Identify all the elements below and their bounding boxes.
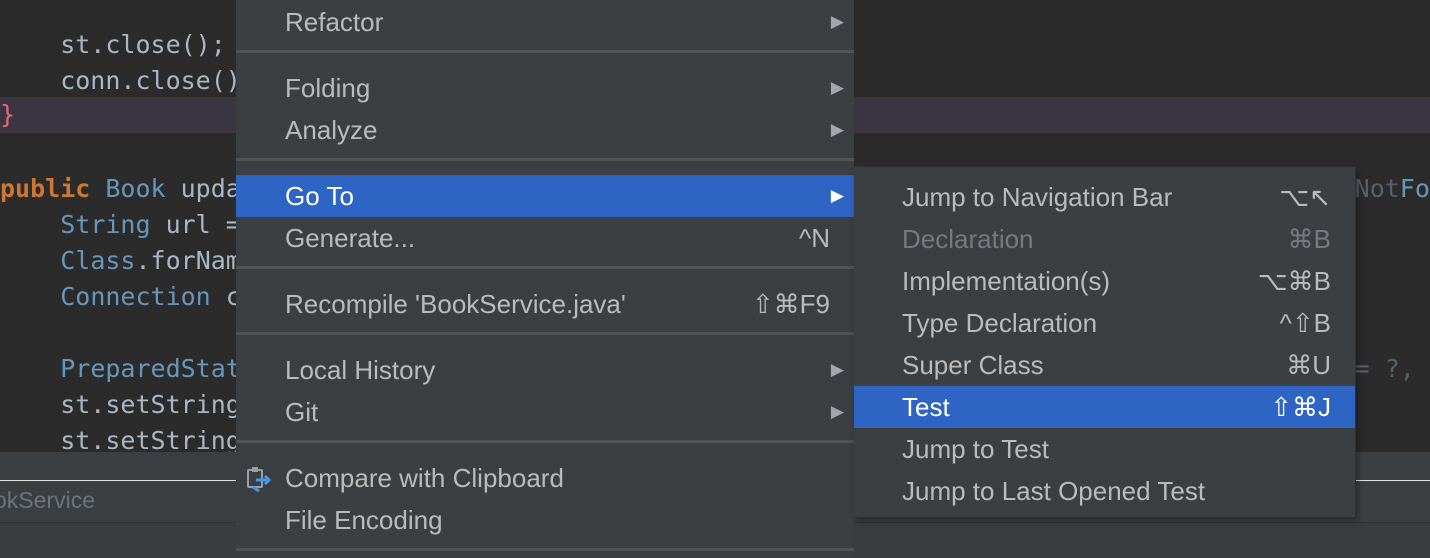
menu-item-jump-to-test[interactable]: Jump to Test: [854, 428, 1355, 470]
menu-item-jump-to-navigation-bar[interactable]: Jump to Navigation Bar ⌥↖: [854, 176, 1355, 218]
menu-item-label: Test: [902, 392, 950, 422]
menu-item-label: Type Declaration: [902, 308, 1098, 338]
menu-separator: [236, 158, 854, 161]
menu-item-shortcut: ⌥⌘B: [1257, 266, 1331, 296]
menu-item-label: Super Class: [902, 350, 1044, 380]
menu-item-compare-with-clipboard[interactable]: Compare with Clipboard: [236, 457, 854, 499]
menu-item-label: Compare with Clipboard: [285, 463, 564, 493]
code-token: st.setString: [0, 390, 241, 419]
menu-separator: [236, 440, 854, 443]
menu-item-implementations[interactable]: Implementation(s) ⌥⌘B: [854, 260, 1355, 302]
code-token: String: [60, 210, 166, 239]
menu-item-shortcut: ⌘U: [1286, 350, 1331, 380]
menu-separator: [236, 266, 854, 269]
menu-item-super-class[interactable]: Super Class ⌘U: [854, 344, 1355, 386]
menu-item-local-history[interactable]: Local History ▶: [236, 349, 854, 391]
menu-separator: [236, 50, 854, 53]
menu-item-label: Folding: [285, 73, 371, 103]
menu-item-recompile[interactable]: Recompile 'BookService.java' ⇧⌘F9: [236, 283, 854, 325]
menu-item-label: File Encoding: [285, 505, 443, 535]
menu-item-label: Jump to Last Opened Test: [902, 476, 1206, 506]
menu-separator: [236, 548, 854, 551]
code-token: }: [0, 100, 16, 129]
menu-item-shortcut: ⌥↖: [1279, 182, 1331, 212]
menu-item-test[interactable]: Test ⇧⌘J: [854, 386, 1355, 428]
menu-item-refactor[interactable]: Refactor ▶: [236, 1, 854, 43]
menu-item-go-to[interactable]: Go To ▶: [236, 175, 854, 217]
menu-item-file-encoding[interactable]: File Encoding: [236, 499, 854, 541]
code-token: Class: [60, 246, 136, 275]
menu-item-label: Declaration: [902, 224, 1034, 254]
menu-item-label: Refactor: [285, 7, 384, 37]
menu-item-label: Jump to Test: [902, 434, 1049, 464]
menu-item-label: Generate...: [285, 223, 416, 253]
menu-item-label: Jump to Navigation Bar: [902, 182, 1173, 212]
code-token: PreparedStat: [60, 354, 241, 383]
editor-context-menu: Refactor ▶ Folding ▶ Analyze ▶ Go To ▶ G…: [236, 0, 854, 558]
compare-clipboard-icon: [247, 467, 272, 493]
menu-item-shortcut: ⌘B: [1287, 224, 1331, 254]
menu-separator: [236, 332, 854, 335]
code-token: st.close();: [0, 30, 226, 59]
menu-item-label: Analyze: [285, 115, 378, 145]
menu-item-shortcut: ^N: [799, 223, 830, 253]
menu-item-analyze[interactable]: Analyze ▶: [236, 109, 854, 151]
submenu-arrow-icon: ▶: [830, 78, 844, 97]
submenu-arrow-icon: ▶: [830, 186, 844, 205]
code-token: upda: [180, 174, 241, 203]
code-token: Book: [105, 174, 181, 203]
code-token: st.setString: [0, 426, 241, 452]
menu-item-generate[interactable]: Generate... ^N: [236, 217, 854, 259]
menu-item-type-declaration[interactable]: Type Declaration ^⇧B: [854, 302, 1355, 344]
menu-item-label: Local History: [285, 355, 436, 385]
submenu-arrow-icon: ▶: [830, 120, 844, 139]
menu-item-label: Go To: [285, 181, 354, 211]
submenu-arrow-icon: ▶: [830, 402, 844, 421]
menu-item-git[interactable]: Git ▶: [236, 391, 854, 433]
code-token: conn.close();: [0, 66, 256, 95]
submenu-arrow-icon: ▶: [830, 12, 844, 31]
submenu-arrow-icon: ▶: [830, 360, 844, 379]
tool-window-title[interactable]: okService: [0, 487, 95, 514]
menu-item-label: Recompile 'BookService.java': [285, 289, 626, 319]
menu-item-shortcut: ⇧⌘F9: [751, 289, 830, 319]
code-token: .forNam: [135, 246, 241, 275]
menu-item-label: Git: [285, 397, 319, 427]
menu-item-jump-to-last-opened-test[interactable]: Jump to Last Opened Test: [854, 470, 1355, 512]
code-token: FoundExc: [1399, 174, 1430, 203]
menu-item-shortcut: ^⇧B: [1279, 308, 1331, 338]
menu-item-folding[interactable]: Folding ▶: [236, 67, 854, 109]
menu-item-shortcut: ⇧⌘J: [1270, 392, 1331, 422]
code-token: Connection: [60, 282, 226, 311]
go-to-submenu: Jump to Navigation Bar ⌥↖ Declaration ⌘B…: [854, 166, 1356, 518]
code-token: public: [0, 174, 106, 203]
menu-item-declaration[interactable]: Declaration ⌘B: [854, 218, 1355, 260]
menu-item-label: Implementation(s): [902, 266, 1111, 296]
